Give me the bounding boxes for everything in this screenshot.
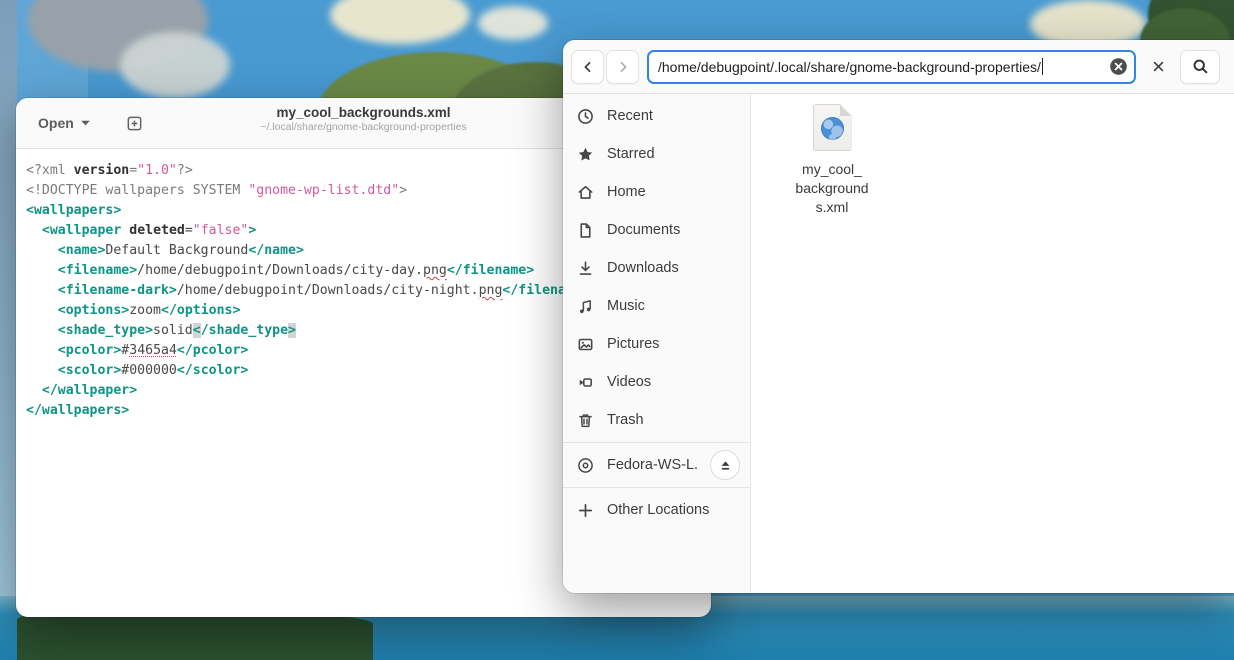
sidebar-item-downloads[interactable]: Downloads [563, 249, 750, 287]
wallpaper-left-band [0, 0, 17, 660]
search-button[interactable] [1180, 50, 1220, 84]
drive-label: Fedora-WS-L... [607, 457, 697, 473]
nav-buttons [571, 50, 639, 84]
chevron-down-icon [80, 119, 91, 127]
location-text: /home/debugpoint/.local/share/gnome-back… [658, 59, 1041, 75]
tab-new-icon [126, 115, 143, 132]
documents-icon [577, 222, 594, 239]
sidebar-item-other-locations[interactable]: Other Locations [563, 491, 750, 529]
file-list-pane[interactable]: my_cool_ background s.xml [751, 94, 1234, 593]
trash-icon [577, 412, 594, 429]
sidebar-separator [563, 442, 750, 443]
sidebar-item-label: Home [607, 184, 646, 200]
chevron-left-icon [581, 60, 595, 74]
filechooser-headerbar: /home/debugpoint/.local/share/gnome-back… [563, 40, 1234, 94]
sidebar-item-starred[interactable]: Starred [563, 135, 750, 173]
downloads-icon [577, 260, 594, 277]
filechooser-body: Recent Starred Home Documents Downloads Music… [563, 94, 1234, 593]
file-chooser-dialog: /home/debugpoint/.local/share/gnome-back… [563, 40, 1234, 593]
videos-icon [577, 374, 594, 391]
cloud [478, 6, 548, 40]
sidebar-item-label: Pictures [607, 336, 659, 352]
sidebar-item-videos[interactable]: Videos [563, 363, 750, 401]
file-name-label: my_cool_ background s.xml [795, 160, 868, 217]
sidebar-item-label: Recent [607, 108, 653, 124]
close-icon [1151, 59, 1166, 74]
xml-document-icon [813, 104, 852, 151]
clear-icon[interactable] [1109, 57, 1128, 76]
plus-icon [577, 502, 594, 519]
open-button-label: Open [38, 115, 74, 131]
sidebar-item-trash[interactable]: Trash [563, 401, 750, 439]
sidebar-item-recent[interactable]: Recent [563, 97, 750, 135]
sidebar-item-label: Downloads [607, 260, 679, 276]
globe-icon [821, 117, 844, 140]
music-icon [577, 298, 594, 315]
other-locations-label: Other Locations [607, 502, 709, 518]
sidebar-item-label: Starred [607, 146, 655, 162]
home-icon [577, 184, 594, 201]
search-icon [1192, 58, 1209, 75]
pictures-icon [577, 336, 594, 353]
sidebar-item-drive[interactable]: Fedora-WS-L... [563, 446, 750, 484]
forward-button[interactable] [606, 50, 639, 84]
sidebar-item-documents[interactable]: Documents [563, 211, 750, 249]
sidebar-list: Recent Starred Home Documents Downloads Music… [563, 97, 750, 439]
sidebar-item-label: Documents [607, 222, 680, 238]
text-cursor [1042, 58, 1044, 75]
disc-icon [577, 457, 594, 474]
recent-icon [577, 108, 594, 125]
sidebar-item-label: Trash [607, 412, 644, 428]
starred-icon [577, 146, 594, 163]
eject-button[interactable] [710, 450, 740, 480]
new-tab-button[interactable] [121, 110, 148, 137]
cloud [120, 32, 230, 98]
sidebar-item-label: Music [607, 298, 645, 314]
chevron-right-icon [616, 60, 630, 74]
sidebar-item-music[interactable]: Music [563, 287, 750, 325]
eject-icon [718, 458, 733, 473]
file-item-xml[interactable]: my_cool_ background s.xml [783, 104, 881, 217]
sidebar-item-label: Videos [607, 374, 651, 390]
sidebar-separator [563, 487, 750, 488]
sidebar: Recent Starred Home Documents Downloads Music… [563, 94, 751, 593]
location-input[interactable]: /home/debugpoint/.local/share/gnome-back… [647, 50, 1136, 84]
back-button[interactable] [571, 50, 604, 84]
close-location-button[interactable] [1142, 51, 1174, 83]
open-button[interactable]: Open [30, 109, 99, 137]
sidebar-item-home[interactable]: Home [563, 173, 750, 211]
cloud [330, 0, 470, 44]
sidebar-item-pictures[interactable]: Pictures [563, 325, 750, 363]
